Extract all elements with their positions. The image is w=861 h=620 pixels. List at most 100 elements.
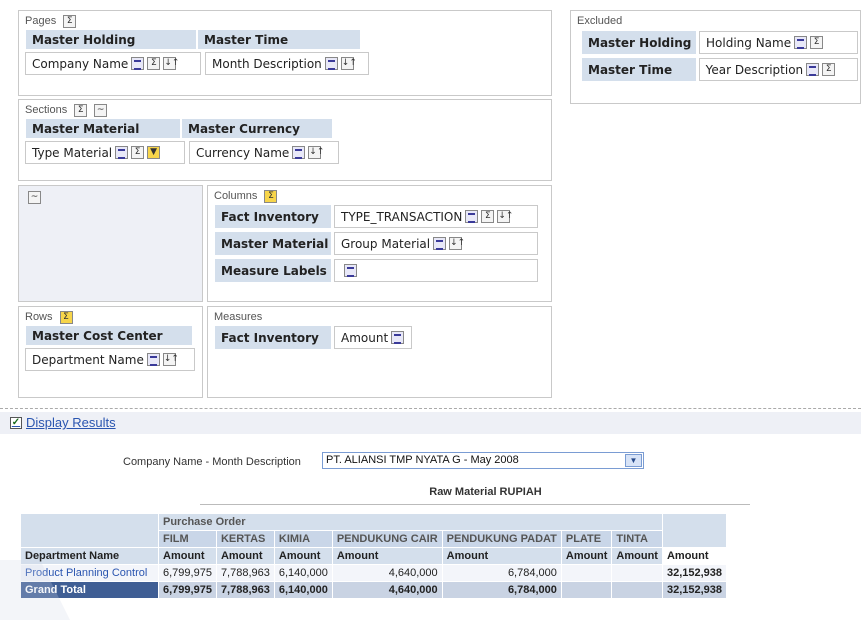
sort-icon[interactable]: ↓↑: [162, 353, 179, 366]
pivot-group-header: Purchase Order: [158, 513, 663, 531]
menu-icon[interactable]: [146, 353, 160, 366]
pivot-value: 6,140,000: [273, 564, 333, 582]
grand-total-value: 6,784,000: [441, 581, 562, 599]
display-results-link[interactable]: Display Results: [26, 415, 116, 430]
grand-total-value: 6,799,975: [158, 581, 217, 599]
corner-panel: ~: [18, 185, 203, 302]
menu-icon[interactable]: [465, 210, 479, 223]
columns-cell-type-transaction[interactable]: TYPE_TRANSACTION Σ ↓↑: [334, 205, 538, 228]
sort-icon[interactable]: ↓↑: [163, 57, 179, 70]
sections-header-master-material[interactable]: Master Material: [25, 118, 181, 139]
pivot-value: 6,799,975: [158, 564, 217, 582]
pages-title: Pages: [25, 15, 57, 27]
pivot-measure-row: Department Name Amount Amount Amount Amo…: [20, 547, 728, 565]
pivot-category: TINTA: [611, 530, 663, 548]
title-rule: [200, 504, 750, 505]
menu-icon[interactable]: [324, 57, 338, 70]
sigma-icon[interactable]: Σ: [481, 210, 495, 223]
columns-panel: Columns Σ Fact Inventory TYPE_TRANSACTIO…: [207, 185, 552, 302]
excluded-header-master-time[interactable]: Master Time: [581, 57, 697, 82]
pages-cell-month-description[interactable]: Month Description ↓↑: [205, 52, 369, 75]
menu-icon[interactable]: [344, 264, 357, 277]
excluded-title: Excluded: [577, 15, 623, 27]
pivot-category: PLATE: [560, 530, 613, 548]
excluded-cell-year-description[interactable]: Year Description Σ: [698, 58, 858, 81]
columns-header-measure-labels[interactable]: Measure Labels: [214, 258, 332, 283]
pivot-category: KERTAS: [215, 530, 275, 548]
measures-cell-amount[interactable]: Amount: [334, 326, 412, 349]
sigma-icon[interactable]: Σ: [63, 14, 77, 28]
menu-icon[interactable]: [806, 63, 820, 76]
sections-cell-type-material[interactable]: Type Material Σ ▼: [25, 141, 185, 164]
pivot-value: 7,788,963: [215, 564, 275, 582]
pivot-measure-label: Amount: [560, 547, 613, 565]
sigma-icon[interactable]: Σ: [264, 189, 278, 203]
pivot-value: [611, 564, 663, 582]
pivot-total-header: Amount: [661, 547, 728, 565]
sigma-icon[interactable]: Σ: [822, 63, 836, 76]
pivot-measure-label: Amount: [611, 547, 663, 565]
grand-total-value: [560, 581, 613, 599]
pivot-table: Purchase Order FILM KERTAS KIMIA PENDUKU…: [20, 513, 728, 599]
pivot-measure-label: Amount: [158, 547, 217, 565]
menu-icon[interactable]: [115, 146, 129, 159]
columns-header-master-material[interactable]: Master Material: [214, 231, 332, 256]
sort-icon[interactable]: ↓↑: [308, 146, 324, 159]
pivot-category: PENDUKUNG PADAT: [441, 530, 562, 548]
grand-total-value: [611, 581, 663, 599]
wave-icon[interactable]: ~: [28, 190, 41, 204]
sigma-icon[interactable]: Σ: [810, 36, 824, 49]
pages-header-master-holding[interactable]: Master Holding: [25, 29, 197, 50]
grand-total-value: 4,640,000: [331, 581, 443, 599]
results-header-bar: [0, 412, 861, 434]
sigma-icon[interactable]: Σ: [59, 310, 73, 324]
sort-icon[interactable]: ↓↑: [340, 57, 357, 70]
sections-cell-currency-name[interactable]: Currency Name ↓↑: [189, 141, 339, 164]
excluded-panel: Excluded Master Holding Holding Name Σ M…: [570, 10, 861, 104]
filter-select-value: PT. ALIANSI TMP NYATA G - May 2008: [326, 454, 519, 466]
menu-icon[interactable]: [433, 237, 447, 250]
menu-icon[interactable]: [131, 57, 145, 70]
sections-panel: Sections Σ ~ Master Material Master Curr…: [18, 99, 552, 181]
pivot-category: PENDUKUNG CAIR: [331, 530, 443, 548]
measures-title: Measures: [214, 311, 263, 323]
pivot-group-row: Purchase Order: [20, 513, 728, 548]
sections-header-master-currency[interactable]: Master Currency: [181, 118, 333, 139]
columns-cell-group-material[interactable]: Group Material ↓↑: [334, 232, 538, 255]
pivot-measure-label: Amount: [273, 547, 333, 565]
sort-icon[interactable]: ↓↑: [449, 237, 465, 250]
wave-icon[interactable]: ~: [94, 103, 108, 117]
filter-select[interactable]: PT. ALIANSI TMP NYATA G - May 2008 ▼: [322, 452, 644, 469]
sigma-icon[interactable]: Σ: [147, 57, 161, 70]
display-results-toggle[interactable]: ✓ Display Results: [10, 415, 116, 430]
watermark-logo: [0, 560, 70, 620]
pages-header-master-time[interactable]: Master Time: [197, 29, 361, 50]
checkbox-checked-icon[interactable]: ✓: [10, 416, 22, 429]
pivot-value: 4,640,000: [331, 564, 443, 582]
table-row: Product Planning Control 6,799,975 7,788…: [20, 564, 728, 582]
excluded-cell-holding-name[interactable]: Holding Name Σ: [699, 31, 858, 54]
menu-icon[interactable]: [794, 36, 808, 49]
grand-total-row: Grand Total 6,799,975 7,788,963 6,140,00…: [20, 581, 728, 599]
rows-header-master-cost-center[interactable]: Master Cost Center: [25, 325, 193, 346]
grand-total-value: 6,140,000: [273, 581, 333, 599]
rows-cell-department-name[interactable]: Department Name ↓↑: [25, 348, 195, 371]
menu-icon[interactable]: [292, 146, 306, 159]
chevron-down-icon[interactable]: ▼: [625, 454, 642, 467]
columns-cell-measure-labels[interactable]: [334, 259, 538, 282]
sigma-icon[interactable]: Σ: [131, 146, 145, 159]
columns-title: Columns: [214, 190, 258, 202]
pivot-row-total: 32,152,938: [661, 564, 728, 582]
columns-header-fact-inventory[interactable]: Fact Inventory: [214, 204, 332, 229]
pages-cell-company-name[interactable]: Company Name Σ ↓↑: [25, 52, 201, 75]
sort-icon[interactable]: ↓↑: [497, 210, 513, 223]
grand-total-total: 32,152,938: [661, 581, 728, 599]
measures-header-fact-inventory[interactable]: Fact Inventory: [214, 325, 332, 350]
sections-title: Sections: [25, 104, 68, 116]
excluded-header-master-holding[interactable]: Master Holding: [581, 30, 697, 55]
pages-panel: Pages Σ Master Holding Master Time Compa…: [18, 10, 552, 96]
rows-panel: Rows Σ Master Cost Center Department Nam…: [18, 306, 203, 398]
dropdown-icon[interactable]: ▼: [147, 146, 161, 159]
menu-icon[interactable]: [391, 331, 405, 344]
sigma-icon[interactable]: Σ: [74, 103, 88, 117]
